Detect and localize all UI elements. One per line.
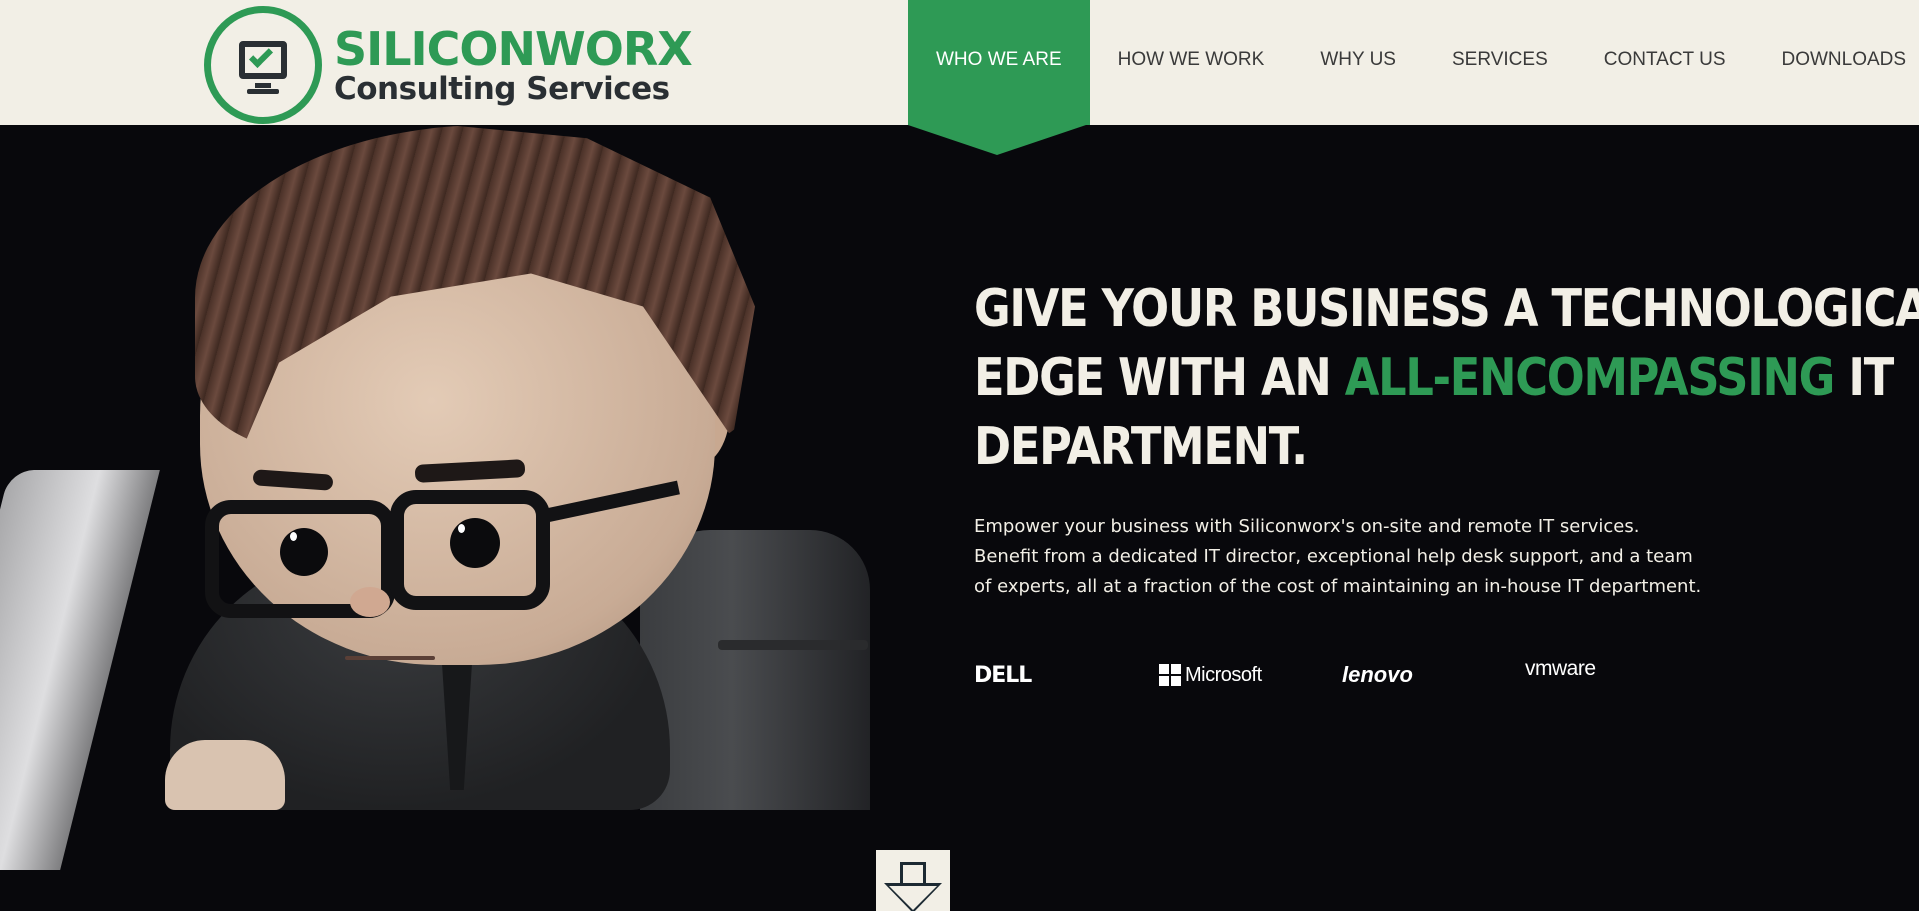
windows-icon — [1159, 664, 1181, 686]
right-lens-frame — [390, 490, 550, 610]
nav-item-contact-us[interactable]: CONTACT US — [1576, 0, 1754, 125]
headline-accent: ALL-ENCOMPASSING — [1344, 348, 1836, 408]
brand-logo[interactable]: SILICONWORX Consulting Services — [204, 6, 693, 124]
brand-wordmark: SILICONWORX Consulting Services — [334, 21, 693, 107]
brand-subtitle: Consulting Services — [334, 70, 670, 107]
lenovo-logo: lenovo — [1342, 655, 1413, 695]
intro-line-2: Benefit from a dedicated IT director, ex… — [974, 546, 1693, 567]
dell-logo-text: DELL — [974, 662, 1032, 688]
monitor-check-icon — [204, 6, 322, 124]
nav-item-who-we-are[interactable]: WHO WE ARE — [908, 0, 1090, 155]
nav-item-label: DOWNLOADS — [1781, 48, 1907, 70]
nav-item-label: CONTACT US — [1603, 48, 1726, 70]
microsoft-logo: Microsoft — [1159, 655, 1262, 695]
site-header: SILICONWORX Consulting Services WHO WE A… — [0, 0, 1919, 155]
nav-item-label: WHY US — [1320, 48, 1396, 70]
headline-line-3: DEPARTMENT. — [974, 417, 1308, 477]
nav-item-why-us[interactable]: WHY US — [1292, 0, 1424, 125]
intro-line-1: Empower your business with Siliconworx's… — [974, 516, 1640, 537]
nav-item-downloads[interactable]: DOWNLOADS — [1754, 0, 1919, 125]
microsoft-logo-text: Microsoft — [1185, 663, 1262, 686]
dell-logo: DELL — [974, 655, 1032, 695]
mouth-shape — [345, 656, 435, 660]
hero-intro: Empower your business with Siliconworx's… — [974, 512, 1734, 602]
scroll-down-button[interactable] — [876, 850, 950, 911]
vmware-logo: vmware — [1525, 649, 1596, 689]
chair-seam-shape — [718, 640, 868, 650]
nav-item-how-we-work[interactable]: HOW WE WORK — [1090, 0, 1293, 125]
headline-line-2-start: EDGE WITH AN — [974, 348, 1345, 408]
lenovo-logo-text: lenovo — [1342, 662, 1413, 687]
nav-item-label: WHO WE ARE — [936, 48, 1062, 70]
vmware-logo-text: vmware — [1525, 657, 1596, 680]
intro-line-3: of experts, all at a fraction of the cos… — [974, 576, 1702, 597]
nose-shape — [350, 587, 390, 617]
headline-line-2-end: IT — [1834, 348, 1894, 408]
main-nav: WHO WE ARE HOW WE WORK WHY US SERVICES C… — [908, 0, 1919, 155]
hero-headline: GIVE YOUR BUSINESS A TECHNOLOGICAL EDGE … — [974, 275, 1919, 482]
nav-item-label: HOW WE WORK — [1117, 48, 1265, 70]
hand-shape — [165, 740, 285, 810]
brand-name: SILICONWORX — [334, 21, 693, 76]
nav-item-services[interactable]: SERVICES — [1424, 0, 1576, 125]
headline-line-1: GIVE YOUR BUSINESS A TECHNOLOGICAL — [974, 279, 1919, 339]
chair-shape — [640, 530, 870, 810]
nav-item-label: SERVICES — [1452, 48, 1548, 70]
